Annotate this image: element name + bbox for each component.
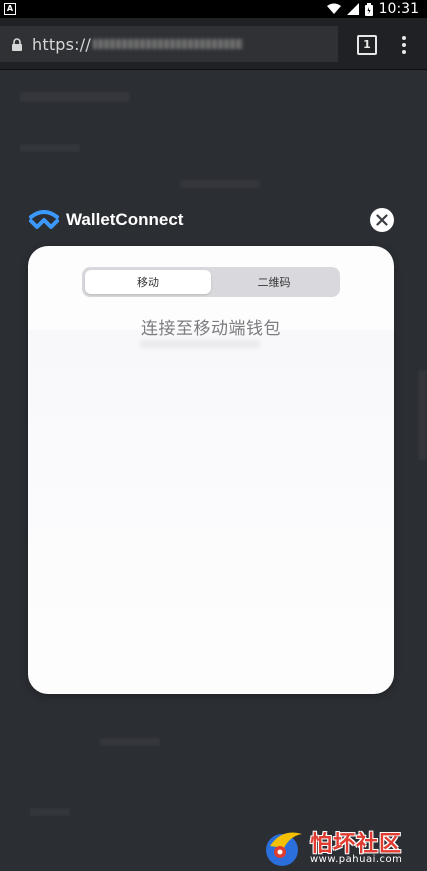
- ghost-content: [180, 180, 260, 188]
- watermark-logo-icon: [266, 832, 302, 866]
- title-reflection: [140, 340, 260, 348]
- wallet-list-area: [28, 330, 394, 630]
- watermark: 怕坏社区 www.pahuai.com: [262, 826, 422, 868]
- walletconnect-header: WalletConnect: [28, 206, 183, 234]
- ghost-content: [30, 808, 70, 816]
- lock-icon: [12, 37, 22, 51]
- tab-qrcode[interactable]: 二维码: [211, 270, 337, 294]
- menu-dot-icon: [402, 43, 406, 47]
- url-text: https://: [32, 34, 91, 54]
- walletconnect-brand: WalletConnect: [66, 210, 184, 229]
- walletconnect-logo-icon: [29, 210, 59, 229]
- status-bar: A 10:31: [0, 0, 427, 18]
- ghost-content: [20, 92, 130, 102]
- close-icon: [376, 214, 388, 226]
- tab-switcher-button[interactable]: 1: [357, 35, 377, 55]
- address-bar[interactable]: https://: [0, 26, 338, 62]
- ghost-content: [418, 370, 427, 460]
- modal-title: 连接至移动端钱包: [141, 319, 281, 339]
- mode-toggle: 移动 二维码: [82, 267, 340, 297]
- app-notification-icon: A: [4, 3, 16, 15]
- menu-dot-icon: [402, 36, 406, 40]
- overflow-menu-button[interactable]: [398, 34, 410, 56]
- menu-dot-icon: [402, 50, 406, 54]
- wifi-icon: [326, 3, 341, 14]
- cellular-signal-icon: [346, 3, 359, 15]
- ghost-content: [100, 738, 160, 746]
- watermark-url: www.pahuai.com: [310, 854, 403, 865]
- url-redacted: [92, 39, 243, 49]
- status-time: 10:31: [378, 1, 419, 17]
- battery-icon: [364, 2, 373, 16]
- tab-mobile[interactable]: 移动: [85, 270, 211, 294]
- browser-toolbar: https:// 1: [0, 18, 427, 70]
- status-icons: 10:31: [326, 1, 419, 17]
- ghost-content: [20, 144, 80, 152]
- close-modal-button[interactable]: [370, 208, 394, 232]
- walletconnect-modal: 移动 二维码 连接至移动端钱包: [28, 246, 394, 694]
